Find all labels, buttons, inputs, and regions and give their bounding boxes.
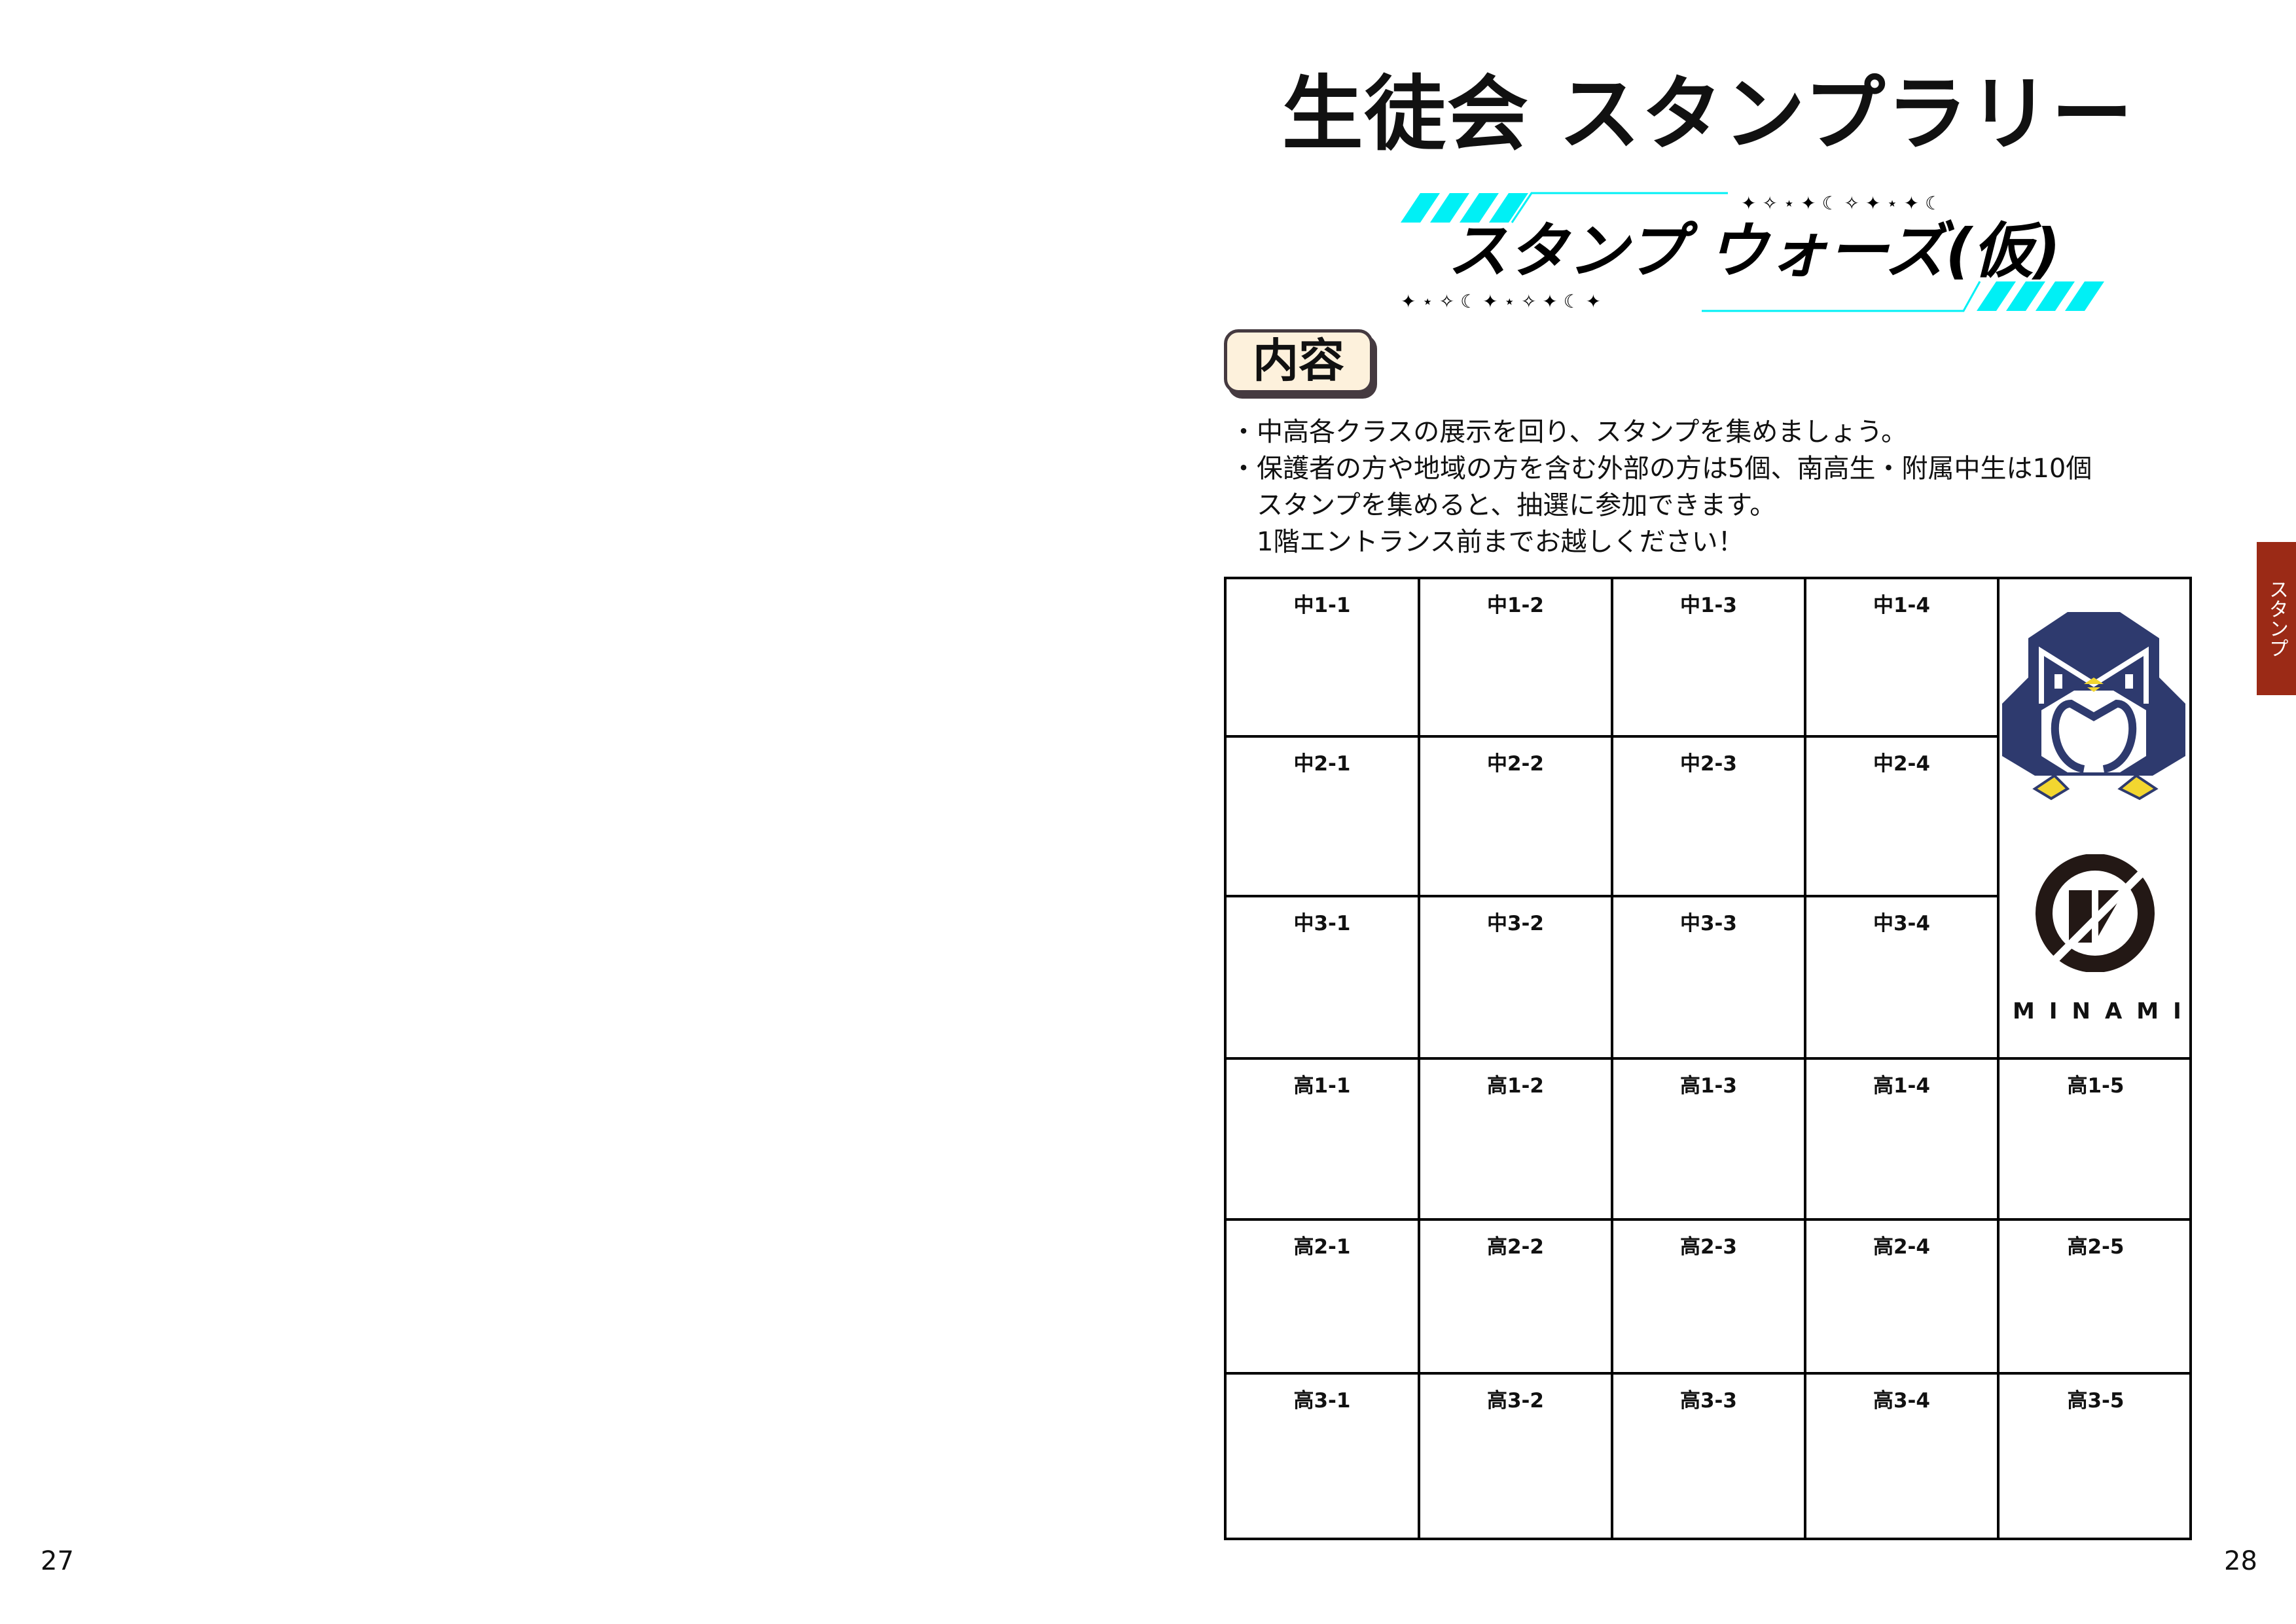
stamp-cell: 高1-4 [1806, 1060, 2000, 1221]
stamp-cell: 中2-3 [1613, 738, 1806, 897]
side-tab[interactable]: スタンプ [2257, 542, 2296, 695]
stamp-cell: 中1-2 [1420, 579, 1613, 738]
stamp-cell: 高2-1 [1227, 1221, 1420, 1375]
stamp-cell: 高3-4 [1806, 1375, 2000, 1540]
stamp-cell: 中2-4 [1806, 738, 2000, 897]
page-number-left: 27 [41, 1546, 74, 1576]
stamp-cell: 中1-3 [1613, 579, 1806, 738]
description-line: スタンプを集めると、抽選に参加できます。 [1230, 490, 1776, 520]
stamp-grid: 中1-1 中1-2 中1-3 中1-4 中2-1 中2-2 中2-3 中2-4 中3-1 中3-2… [1224, 577, 2192, 1540]
stamp-cell: 中3-2 [1420, 897, 1613, 1060]
stamp-cell: 高2-5 [2000, 1221, 2192, 1375]
stamp-cell: 高3-3 [1613, 1375, 1806, 1540]
svg-text:✦ ✧ ⋆ ✦ ☾ ✧ ✦ ⋆ ✦ ☾: ✦ ✧ ⋆ ✦ ☾ ✧ ✦ ⋆ ✦ ☾ [1741, 192, 1941, 214]
stamp-cell: 高3-5 [2067, 1389, 2125, 1413]
description-line: ・保護者の方や地域の方を含む外部の方は5個、南高生・附属中生は10個 [1230, 454, 2092, 484]
stamp-cell: 高1-3 [1613, 1060, 1806, 1221]
description-line: 1階エントランス前までお越しください！ [1230, 527, 1744, 557]
stamp-cell: 中3-4 [1806, 897, 2000, 1060]
stamp-cell: 高3-1 [1227, 1375, 1420, 1540]
page-number-right: 28 [2224, 1546, 2257, 1576]
logo-cell: MINAMI [2000, 579, 2192, 1060]
stamp-cell: 中1-4 [1806, 579, 2000, 738]
logo-text: MINAMI [2013, 998, 2196, 1024]
description-line: ・中高各クラスの展示を回り、スタンプを集めましょう。 [1230, 417, 1907, 447]
svg-text:✦ ⋆ ✧ ☾ ✦ ⋆ ✧ ✦ ☾ ✦: ✦ ⋆ ✧ ☾ ✦ ⋆ ✧ ✦ ☾ ✦ [1401, 291, 1601, 312]
stamp-cell: 高2-2 [1420, 1221, 1613, 1375]
stamp-cell: 高1-2 [1420, 1060, 1613, 1221]
stamp-cell: 中2-1 [1227, 738, 1420, 897]
stamp-cell: 中3-3 [1613, 897, 1806, 1060]
stamp-cell: 中3-1 [1227, 897, 1420, 1060]
stamp-cell: 高2-4 [1806, 1221, 2000, 1375]
page-title: 生徒会 スタンプラリー [1282, 67, 2134, 162]
banner-logo: スタンプ ウォーズ(仮) ✦ ✧ ⋆ ✦ ☾ ✧ ✦ ⋆ ✦ ☾ ✦ ⋆ ✧ ☾… [1401, 192, 2104, 312]
minami-school-emblem-icon [2036, 854, 2155, 972]
stamp-cell: 高1-1 [1227, 1060, 1420, 1221]
stamp-cell: 高2-3 [1613, 1221, 1806, 1375]
section-badge: 内容 [1224, 329, 1373, 393]
stamp-cell: 中1-1 [1227, 579, 1420, 738]
banner-text: スタンプ ウォーズ(仮) [1448, 216, 2061, 286]
stamp-cell: 高3-2 [1420, 1375, 1613, 1540]
stamp-cell: 高1-5 [2000, 1060, 2192, 1221]
penguin-mascot-icon [2002, 612, 2185, 801]
stamp-cell: 中2-2 [1420, 738, 1613, 897]
